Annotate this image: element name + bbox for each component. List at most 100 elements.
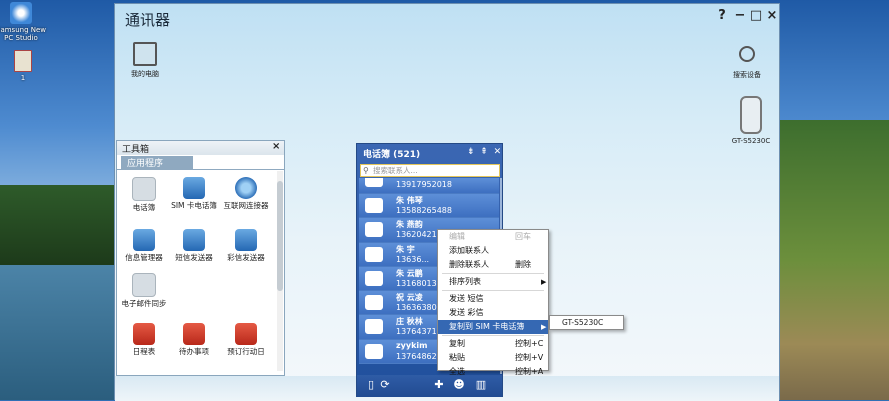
search-device-button[interactable]: 搜索设备 xyxy=(727,46,767,80)
toolbox-panel: 工具箱 × 应用程序 电话簿 SIM 卡电话簿 互联网连接器 信息管理器 短信发… xyxy=(116,140,285,376)
menu-icon[interactable]: ⇟ xyxy=(467,147,475,157)
contact-name: 朱 伟琴 xyxy=(396,196,423,205)
menu-item-copy[interactable]: 复制 控制+C xyxy=(438,337,548,351)
tab-underline xyxy=(117,169,284,170)
contact-avatar-icon xyxy=(365,178,383,187)
desktop-icon-label: Samsung New PC Studio xyxy=(0,26,47,42)
menu-item-delete-contact[interactable]: 删除联系人 删除 xyxy=(438,258,548,272)
menu-item-label: 添加联系人 xyxy=(449,246,489,255)
contact-name: zyykim xyxy=(396,340,428,350)
tab-applications[interactable]: 应用程序 xyxy=(121,156,193,169)
menu-item-label: 复制到 SIM 卡电话簿 xyxy=(449,322,525,331)
tool-message-manager[interactable]: 信息管理器 xyxy=(117,229,171,262)
tool-sim-phonebook[interactable]: SIM 卡电话簿 xyxy=(167,177,221,210)
add-contact-icon[interactable]: ✚ xyxy=(431,378,447,394)
menu-item-label: 发送 彩信 xyxy=(449,308,484,317)
contact-number: 13764862 xyxy=(396,351,437,361)
tool-label: 互联网连接器 xyxy=(223,201,269,210)
scrollbar-thumb[interactable] xyxy=(277,181,283,291)
contact-name: 朱 燕韵 xyxy=(396,220,423,230)
menu-item-sort-list[interactable]: 排序列表 ▶ xyxy=(438,275,548,289)
contact-avatar-icon xyxy=(365,295,383,311)
list-item[interactable]: 13917952018 xyxy=(359,178,499,194)
toolbox-scrollbar[interactable] xyxy=(277,171,283,371)
menu-item-edit[interactable]: 编辑 回车 xyxy=(438,230,548,244)
menu-item-shortcut: 回车 xyxy=(515,232,531,241)
contact-avatar-icon xyxy=(365,270,383,286)
contact-name: 祝 云凌 xyxy=(396,293,423,303)
close-icon[interactable]: ✕ xyxy=(494,147,502,157)
toolbox-header[interactable]: 工具箱 × xyxy=(117,141,284,155)
menu-item-shortcut: 控制+A xyxy=(515,367,544,376)
toolbox-title: 工具箱 xyxy=(122,145,150,155)
submenu-arrow-icon: ▶ xyxy=(541,323,547,331)
contact-name: 朱 云鹏 xyxy=(396,268,423,278)
contact-name: 庄 秋林 xyxy=(396,317,423,327)
tool-mms-sender[interactable]: 彩信发送器 xyxy=(219,229,273,262)
group-icon[interactable]: ☻ xyxy=(451,378,467,394)
tool-label: 短信发送器 xyxy=(175,253,213,262)
tool-internet-connector[interactable]: 互联网连接器 xyxy=(219,177,273,210)
menu-item-paste[interactable]: 粘贴 控制+V xyxy=(438,351,548,365)
menu-item-send-mms[interactable]: 发送 彩信 xyxy=(438,306,548,320)
refresh-icon[interactable]: ⟳ xyxy=(377,378,393,394)
menu-item-add-contact[interactable]: 添加联系人 xyxy=(438,244,548,258)
device-label: GT-S5230C xyxy=(731,137,771,145)
list-item[interactable]: 朱 伟琴 13588265488 xyxy=(359,194,499,219)
desktop-icon-label: 1 xyxy=(20,74,26,82)
minimize-button[interactable]: − xyxy=(733,8,747,23)
search-icon xyxy=(739,46,755,62)
contact-avatar-icon xyxy=(365,222,383,238)
my-computer-label: 我的电脑 xyxy=(131,70,159,78)
menu-item-shortcut: 控制+V xyxy=(515,353,544,362)
tool-label: 待办事项 xyxy=(179,347,209,356)
contact-name: 朱 宇 xyxy=(396,244,415,254)
schedule-icon xyxy=(235,323,257,345)
trash-icon[interactable]: ▥ xyxy=(473,378,489,394)
desktop-sea xyxy=(0,260,120,400)
tool-sms-sender[interactable]: 短信发送器 xyxy=(167,229,221,262)
menu-item-select-all[interactable]: 全选 控制+A xyxy=(438,365,548,379)
contact-number: 13764371 xyxy=(396,327,437,337)
menu-item-label: 删除联系人 xyxy=(449,260,489,269)
contact-avatar-icon xyxy=(365,319,383,335)
menu-item-label: 编辑 xyxy=(449,232,465,241)
desktop-icon-pc-studio[interactable]: Samsung New PC Studio xyxy=(0,2,46,42)
tool-label: 日程表 xyxy=(132,347,156,356)
collapse-icon[interactable]: ⇞ xyxy=(480,147,488,157)
tool-label: 预订行动日 xyxy=(227,347,265,356)
globe-icon xyxy=(235,177,257,199)
close-button[interactable]: × xyxy=(765,8,779,23)
desktop-hill-right xyxy=(780,120,889,400)
maximize-button[interactable]: □ xyxy=(749,8,763,23)
menu-item-label: 发送 短信 xyxy=(449,294,484,303)
menu-item-shortcut: 删除 xyxy=(515,260,531,269)
toolbox-close-button[interactable]: × xyxy=(272,141,280,152)
sms-icon xyxy=(183,229,205,251)
my-computer-button[interactable]: 我的电脑 xyxy=(125,42,165,79)
tool-label: 彩信发送器 xyxy=(227,253,265,262)
menu-item-copy-to-sim[interactable]: 复制到 SIM 卡电话簿 ▶ xyxy=(438,320,548,334)
menu-separator xyxy=(442,290,544,291)
menu-item-shortcut: 控制+C xyxy=(515,339,544,348)
calendar-icon xyxy=(133,323,155,345)
submenu-device-item[interactable]: GT-S5230C xyxy=(549,315,624,330)
title-bar[interactable]: 通讯器 ? − □ × xyxy=(115,4,779,32)
tool-todo[interactable]: 待办事项 xyxy=(167,323,221,356)
phonebook-title: 电话簿 (521) xyxy=(363,150,421,160)
contact-avatar-icon xyxy=(365,198,383,213)
desktop-icon-file[interactable]: 1 xyxy=(0,50,48,82)
contact-avatar-icon xyxy=(365,246,383,262)
tool-label: 电子邮件同步 xyxy=(121,299,167,308)
tool-email-sync[interactable]: 电子邮件同步 xyxy=(117,273,171,308)
menu-item-send-sms[interactable]: 发送 短信 xyxy=(438,292,548,306)
device-phone-button[interactable]: GT-S5230C xyxy=(725,96,777,145)
tool-action-schedule[interactable]: 预订行动日 xyxy=(219,323,273,356)
help-button[interactable]: ? xyxy=(715,8,729,23)
tool-phonebook[interactable]: 电话簿 xyxy=(117,177,171,212)
todo-icon xyxy=(183,323,205,345)
phonebook-search-input[interactable]: 搜索联系人... xyxy=(360,164,500,177)
tool-calendar[interactable]: 日程表 xyxy=(117,323,171,356)
contact-number: 13917952018 xyxy=(396,180,452,189)
contact-number: 13168013 xyxy=(396,278,437,288)
